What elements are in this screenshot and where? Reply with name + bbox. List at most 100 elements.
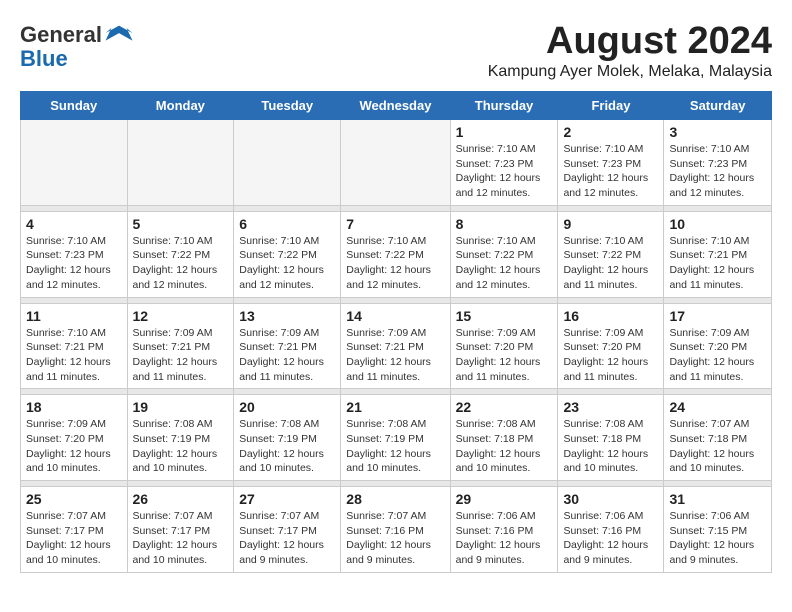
day-number: 28	[346, 491, 444, 507]
day-number: 14	[346, 308, 444, 324]
day-info: Sunrise: 7:09 AM Sunset: 7:20 PM Dayligh…	[456, 326, 553, 385]
day-header-monday: Monday	[127, 92, 234, 120]
day-info: Sunrise: 7:10 AM Sunset: 7:22 PM Dayligh…	[346, 234, 444, 293]
day-header-saturday: Saturday	[664, 92, 772, 120]
day-info: Sunrise: 7:08 AM Sunset: 7:18 PM Dayligh…	[456, 417, 553, 476]
day-number: 1	[456, 124, 553, 140]
day-header-tuesday: Tuesday	[234, 92, 341, 120]
month-year-title: August 2024	[488, 20, 772, 63]
day-number: 20	[239, 399, 335, 415]
day-info: Sunrise: 7:06 AM Sunset: 7:16 PM Dayligh…	[456, 509, 553, 568]
day-number: 4	[26, 216, 122, 232]
day-info: Sunrise: 7:10 AM Sunset: 7:22 PM Dayligh…	[133, 234, 229, 293]
day-number: 11	[26, 308, 122, 324]
calendar-week-1: 1 Sunrise: 7:10 AM Sunset: 7:23 PM Daylig…	[21, 120, 772, 206]
calendar-cell: 22 Sunrise: 7:08 AM Sunset: 7:18 PM Dayli…	[450, 395, 558, 481]
day-info: Sunrise: 7:10 AM Sunset: 7:21 PM Dayligh…	[26, 326, 122, 385]
day-number: 21	[346, 399, 444, 415]
calendar-cell: 5 Sunrise: 7:10 AM Sunset: 7:22 PM Daylig…	[127, 211, 234, 297]
day-info: Sunrise: 7:07 AM Sunset: 7:17 PM Dayligh…	[26, 509, 122, 568]
day-info: Sunrise: 7:10 AM Sunset: 7:23 PM Dayligh…	[456, 142, 553, 201]
calendar-week-2: 4 Sunrise: 7:10 AM Sunset: 7:23 PM Daylig…	[21, 211, 772, 297]
day-info: Sunrise: 7:10 AM Sunset: 7:21 PM Dayligh…	[669, 234, 766, 293]
day-info: Sunrise: 7:10 AM Sunset: 7:22 PM Dayligh…	[563, 234, 658, 293]
day-info: Sunrise: 7:07 AM Sunset: 7:17 PM Dayligh…	[133, 509, 229, 568]
calendar-cell	[234, 120, 341, 206]
day-info: Sunrise: 7:06 AM Sunset: 7:16 PM Dayligh…	[563, 509, 658, 568]
day-number: 19	[133, 399, 229, 415]
calendar-cell: 9Sunrise: 7:10 AM Sunset: 7:22 PM Daylig…	[558, 211, 664, 297]
day-header-friday: Friday	[558, 92, 664, 120]
calendar-cell: 8Sunrise: 7:10 AM Sunset: 7:22 PM Daylig…	[450, 211, 558, 297]
calendar-cell: 3 Sunrise: 7:10 AM Sunset: 7:23 PM Daylig…	[664, 120, 772, 206]
day-number: 22	[456, 399, 553, 415]
calendar-cell: 15 Sunrise: 7:09 AM Sunset: 7:20 PM Dayli…	[450, 303, 558, 389]
calendar-cell: 31 Sunrise: 7:06 AM Sunset: 7:15 PM Dayli…	[664, 487, 772, 573]
calendar-cell: 16Sunrise: 7:09 AM Sunset: 7:20 PM Dayli…	[558, 303, 664, 389]
day-header-thursday: Thursday	[450, 92, 558, 120]
calendar-cell: 27Sunrise: 7:07 AM Sunset: 7:17 PM Dayli…	[234, 487, 341, 573]
day-info: Sunrise: 7:07 AM Sunset: 7:17 PM Dayligh…	[239, 509, 335, 568]
calendar-cell: 6 Sunrise: 7:10 AM Sunset: 7:22 PM Daylig…	[234, 211, 341, 297]
calendar-cell: 1 Sunrise: 7:10 AM Sunset: 7:23 PM Daylig…	[450, 120, 558, 206]
logo-blue-text: Blue	[20, 46, 68, 72]
calendar-header-row: SundayMondayTuesdayWednesdayThursdayFrid…	[21, 92, 772, 120]
day-info: Sunrise: 7:09 AM Sunset: 7:20 PM Dayligh…	[669, 326, 766, 385]
calendar-cell: 21 Sunrise: 7:08 AM Sunset: 7:19 PM Dayli…	[341, 395, 450, 481]
calendar-cell: 23 Sunrise: 7:08 AM Sunset: 7:18 PM Dayli…	[558, 395, 664, 481]
day-number: 15	[456, 308, 553, 324]
calendar-cell: 20Sunrise: 7:08 AM Sunset: 7:19 PM Dayli…	[234, 395, 341, 481]
day-info: Sunrise: 7:10 AM Sunset: 7:22 PM Dayligh…	[239, 234, 335, 293]
day-number: 25	[26, 491, 122, 507]
day-number: 16	[563, 308, 658, 324]
day-info: Sunrise: 7:10 AM Sunset: 7:23 PM Dayligh…	[26, 234, 122, 293]
day-number: 26	[133, 491, 229, 507]
day-number: 3	[669, 124, 766, 140]
logo: General Blue	[20, 20, 134, 72]
day-info: Sunrise: 7:10 AM Sunset: 7:23 PM Dayligh…	[563, 142, 658, 201]
calendar-cell: 17 Sunrise: 7:09 AM Sunset: 7:20 PM Dayli…	[664, 303, 772, 389]
calendar-cell	[21, 120, 128, 206]
day-number: 5	[133, 216, 229, 232]
day-number: 23	[563, 399, 658, 415]
calendar-cell: 2 Sunrise: 7:10 AM Sunset: 7:23 PM Daylig…	[558, 120, 664, 206]
calendar-week-5: 25 Sunrise: 7:07 AM Sunset: 7:17 PM Dayli…	[21, 487, 772, 573]
day-number: 17	[669, 308, 766, 324]
calendar-cell: 13 Sunrise: 7:09 AM Sunset: 7:21 PM Dayli…	[234, 303, 341, 389]
day-number: 6	[239, 216, 335, 232]
day-number: 2	[563, 124, 658, 140]
calendar-cell	[127, 120, 234, 206]
day-info: Sunrise: 7:08 AM Sunset: 7:19 PM Dayligh…	[346, 417, 444, 476]
day-header-wednesday: Wednesday	[341, 92, 450, 120]
day-info: Sunrise: 7:09 AM Sunset: 7:21 PM Dayligh…	[239, 326, 335, 385]
day-info: Sunrise: 7:10 AM Sunset: 7:23 PM Dayligh…	[669, 142, 766, 201]
calendar-cell: 18 Sunrise: 7:09 AM Sunset: 7:20 PM Dayli…	[21, 395, 128, 481]
calendar-cell: 24Sunrise: 7:07 AM Sunset: 7:18 PM Dayli…	[664, 395, 772, 481]
calendar-cell: 11 Sunrise: 7:10 AM Sunset: 7:21 PM Dayli…	[21, 303, 128, 389]
title-block: August 2024 Kampung Ayer Molek, Melaka, …	[488, 20, 772, 81]
day-info: Sunrise: 7:07 AM Sunset: 7:18 PM Dayligh…	[669, 417, 766, 476]
logo-general-text: General	[20, 22, 102, 48]
calendar-cell: 14Sunrise: 7:09 AM Sunset: 7:21 PM Dayli…	[341, 303, 450, 389]
calendar-cell: 28Sunrise: 7:07 AM Sunset: 7:16 PM Dayli…	[341, 487, 450, 573]
day-info: Sunrise: 7:06 AM Sunset: 7:15 PM Dayligh…	[669, 509, 766, 568]
day-number: 12	[133, 308, 229, 324]
day-number: 10	[669, 216, 766, 232]
calendar-cell: 10 Sunrise: 7:10 AM Sunset: 7:21 PM Dayli…	[664, 211, 772, 297]
calendar-week-3: 11 Sunrise: 7:10 AM Sunset: 7:21 PM Dayli…	[21, 303, 772, 389]
calendar-table: SundayMondayTuesdayWednesdayThursdayFrid…	[20, 91, 772, 573]
calendar-week-4: 18 Sunrise: 7:09 AM Sunset: 7:20 PM Dayli…	[21, 395, 772, 481]
calendar-cell: 12 Sunrise: 7:09 AM Sunset: 7:21 PM Dayli…	[127, 303, 234, 389]
day-info: Sunrise: 7:09 AM Sunset: 7:21 PM Dayligh…	[133, 326, 229, 385]
calendar-cell: 7Sunrise: 7:10 AM Sunset: 7:22 PM Daylig…	[341, 211, 450, 297]
day-number: 31	[669, 491, 766, 507]
logo-bird-icon	[104, 20, 134, 50]
day-info: Sunrise: 7:08 AM Sunset: 7:19 PM Dayligh…	[133, 417, 229, 476]
day-info: Sunrise: 7:09 AM Sunset: 7:20 PM Dayligh…	[26, 417, 122, 476]
day-number: 8	[456, 216, 553, 232]
day-number: 13	[239, 308, 335, 324]
page-header: General Blue August 2024 Kampung Ayer Mo…	[20, 20, 772, 81]
day-info: Sunrise: 7:08 AM Sunset: 7:18 PM Dayligh…	[563, 417, 658, 476]
day-number: 18	[26, 399, 122, 415]
location-subtitle: Kampung Ayer Molek, Melaka, Malaysia	[488, 63, 772, 81]
